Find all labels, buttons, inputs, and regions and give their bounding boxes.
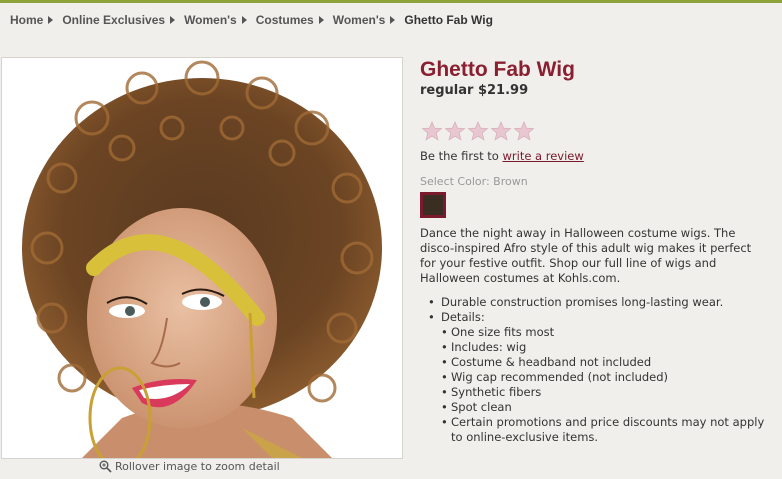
select-color-label: Select Color: Brown xyxy=(420,175,528,188)
breadcrumb: Home Online Exclusives Women's Costumes … xyxy=(10,13,493,27)
magnifier-icon xyxy=(99,460,112,473)
breadcrumb-online-exclusives[interactable]: Online Exclusives xyxy=(62,13,165,27)
swatch-fill xyxy=(423,195,443,215)
star-icon xyxy=(467,121,489,141)
star-icon xyxy=(513,121,535,141)
breadcrumb-home[interactable]: Home xyxy=(10,13,43,27)
star-icon xyxy=(490,121,512,141)
star-icon xyxy=(444,121,466,141)
zoom-hint-text: Rollover image to zoom detail xyxy=(115,460,280,473)
detail-item: Spot clean xyxy=(441,400,778,415)
detail-item: One size fits most xyxy=(441,325,778,340)
breadcrumb-arrow-icon xyxy=(170,16,176,24)
feature-item: Durable construction promises long-lasti… xyxy=(428,295,778,310)
feature-item: Details: One size fits most Includes: wi… xyxy=(428,310,778,445)
breadcrumb-womens-costumes[interactable]: Women's xyxy=(333,13,386,27)
breadcrumb-current: Ghetto Fab Wig xyxy=(404,13,493,27)
color-swatch-brown[interactable] xyxy=(420,192,446,218)
review-prompt: Be the first to write a review xyxy=(420,149,584,163)
product-price: regular $21.99 xyxy=(420,83,529,98)
product-image[interactable] xyxy=(1,57,403,459)
zoom-hint: Rollover image to zoom detail xyxy=(99,460,280,473)
detail-item: Synthetic fibers xyxy=(441,385,778,400)
feature-list: Durable construction promises long-lasti… xyxy=(428,295,778,445)
breadcrumb-costumes[interactable]: Costumes xyxy=(256,13,314,27)
review-prefix: Be the first to xyxy=(420,149,503,163)
breadcrumb-arrow-icon xyxy=(390,16,396,24)
details-list: One size fits most Includes: wig Costume… xyxy=(441,325,778,445)
breadcrumb-arrow-icon xyxy=(241,16,247,24)
detail-item: Includes: wig xyxy=(441,340,778,355)
detail-item: Wig cap recommended (not included) xyxy=(441,370,778,385)
rating-stars[interactable] xyxy=(421,121,536,141)
breadcrumb-arrow-icon xyxy=(318,16,324,24)
top-accent-bar xyxy=(0,0,782,3)
star-icon xyxy=(421,121,443,141)
feature-item-label: Details: xyxy=(441,310,485,324)
detail-item: Costume & headband not included xyxy=(441,355,778,370)
product-description: Dance the night away in Halloween costum… xyxy=(420,226,752,285)
product-title: Ghetto Fab Wig xyxy=(420,58,575,81)
breadcrumb-womens[interactable]: Women's xyxy=(184,13,237,27)
breadcrumb-arrow-icon xyxy=(48,16,54,24)
write-review-link[interactable]: write a review xyxy=(502,149,583,163)
product-photo xyxy=(2,58,402,458)
detail-item: Certain promotions and price discounts m… xyxy=(441,415,778,445)
